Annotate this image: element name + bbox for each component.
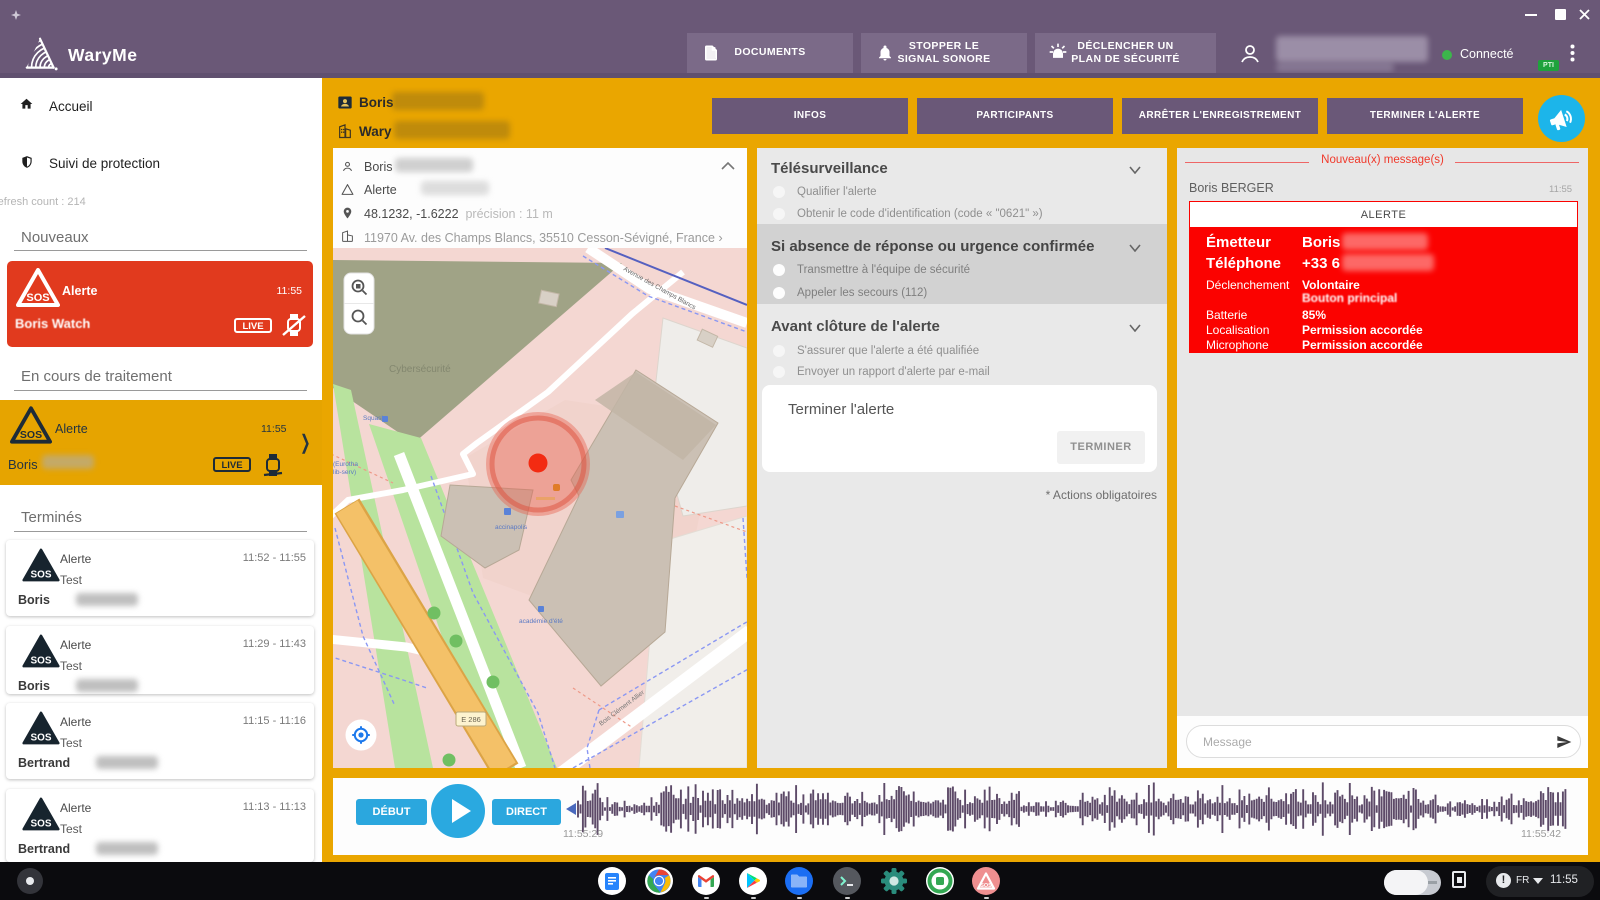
svg-text:E 286: E 286 bbox=[461, 715, 481, 724]
svg-text:SOS: SOS bbox=[31, 570, 52, 581]
svg-text:SOS: SOS bbox=[31, 819, 52, 830]
svg-text:lib-serv): lib-serv) bbox=[333, 469, 356, 476]
svg-text:SOS: SOS bbox=[31, 656, 52, 667]
svg-text:SOS: SOS bbox=[31, 733, 52, 744]
svg-text:Cybersécurité: Cybersécurité bbox=[389, 364, 451, 375]
svg-text:académie d'été: académie d'été bbox=[519, 618, 563, 625]
svg-text:(Eurotha: (Eurotha bbox=[333, 461, 358, 468]
svg-text:SOS: SOS bbox=[980, 883, 992, 889]
svg-text:accinapolis: accinapolis bbox=[495, 524, 528, 531]
